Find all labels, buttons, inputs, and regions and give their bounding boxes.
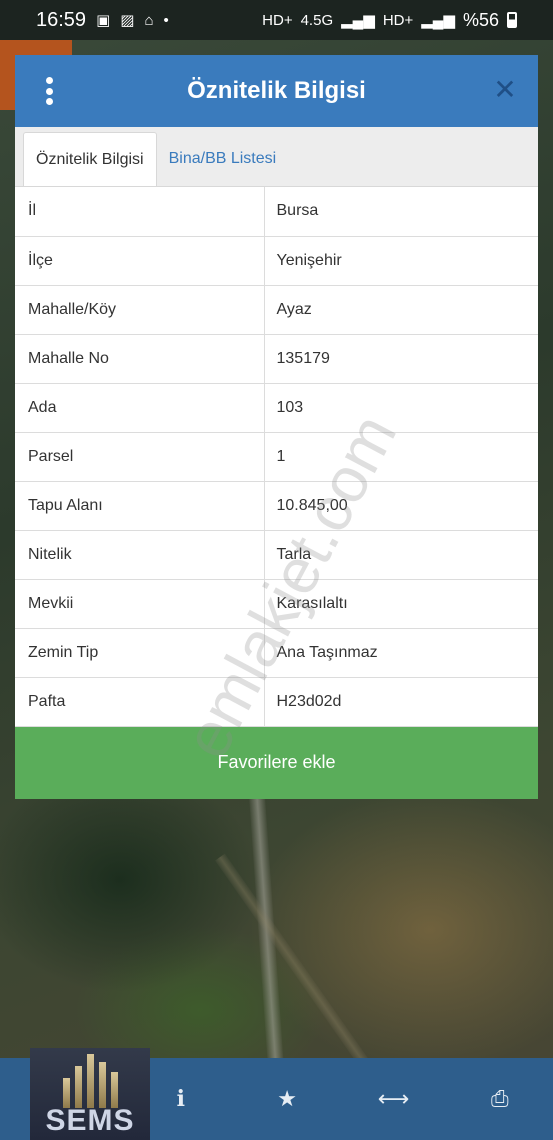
table-row: Ada 103 xyxy=(15,383,538,433)
attribute-key: Mahalle/Köy xyxy=(15,285,265,335)
attribute-value: Tarla xyxy=(264,530,538,580)
attribute-key: Parsel xyxy=(15,432,265,482)
attribute-key: Zemin Tip xyxy=(15,628,265,678)
table-row: İlçe Yenişehir xyxy=(15,236,538,286)
gallery-icon: ▨ xyxy=(120,12,135,29)
print-icon[interactable]: ⎙ xyxy=(447,1058,553,1140)
attribute-key: Mahalle No xyxy=(15,334,265,384)
attribute-key: İlçe xyxy=(15,236,265,286)
table-row: Zemin Tip Ana Taşınmaz xyxy=(15,628,538,678)
add-favorite-button[interactable]: Favorilere ekle xyxy=(15,726,538,799)
hd-icon: HD+ xyxy=(262,11,293,29)
dot-icon: • xyxy=(163,11,169,29)
tab-attribute-info[interactable]: Öznitelik Bilgisi xyxy=(23,132,157,186)
notification-icon: ▣ xyxy=(96,12,111,29)
table-row: Mevkii Karasılaltı xyxy=(15,579,538,629)
status-bar: 16:59 ▣ ▨ ⌂ • HD+ 4.5G ▂▄▆ HD+ ▂▄▆ %56 xyxy=(0,0,553,40)
attribute-value: Bursa xyxy=(264,187,538,237)
attribute-key: Nitelik xyxy=(15,530,265,580)
battery-level: %56 xyxy=(462,9,499,30)
attribute-value: Ana Taşınmaz xyxy=(264,628,538,678)
table-row: Nitelik Tarla xyxy=(15,530,538,580)
attribute-value: 1 xyxy=(264,432,538,482)
dialog-title: Öznitelik Bilgisi xyxy=(187,77,366,104)
network-label: 4.5G xyxy=(300,11,334,29)
attribute-value: 103 xyxy=(264,383,538,433)
close-icon[interactable]: ✕ xyxy=(490,75,520,105)
signal-icon: ▂▄▆ xyxy=(421,12,455,29)
dialog-tabs: Öznitelik Bilgisi Bina/BB Listesi xyxy=(15,127,538,187)
table-row: Pafta H23d02d xyxy=(15,677,538,727)
attribute-key: Ada xyxy=(15,383,265,433)
star-icon[interactable]: ★ xyxy=(234,1058,340,1140)
attribute-value: Karasılaltı xyxy=(264,579,538,629)
hd-icon: HD+ xyxy=(382,11,414,29)
battery-icon xyxy=(507,12,517,28)
attribute-value: Ayaz xyxy=(264,285,538,335)
attribute-key: Mevkii xyxy=(15,579,265,629)
home-icon: ⌂ xyxy=(144,11,154,29)
table-row: İl Bursa xyxy=(15,187,538,237)
attribute-value: Yenişehir xyxy=(264,236,538,286)
attribute-key: Pafta xyxy=(15,677,265,727)
arrows-icon[interactable]: ⟷ xyxy=(340,1058,446,1140)
logo-bars xyxy=(50,1054,130,1108)
logo-text: SEMS xyxy=(45,1104,135,1137)
table-row: Mahalle/Köy Ayaz xyxy=(15,285,538,335)
tab-building-list[interactable]: Bina/BB Listesi xyxy=(157,132,289,186)
table-row: Mahalle No 135179 xyxy=(15,334,538,384)
attribute-value: 10.845,00 xyxy=(264,481,538,531)
signal-icon: ▂▄▆ xyxy=(341,12,375,29)
table-row: Tapu Alanı 10.845,00 xyxy=(15,481,538,531)
attribute-table: İl Bursa İlçe Yenişehir Mahalle/Köy Ayaz Mahal… xyxy=(15,187,538,727)
attribute-value: 135179 xyxy=(264,334,538,384)
attribute-dialog: Öznitelik Bilgisi ✕ Öznitelik Bilgisi Bi… xyxy=(15,55,538,799)
attribute-key: Tapu Alanı xyxy=(15,481,265,531)
table-row: Parsel 1 xyxy=(15,432,538,482)
attribute-value: H23d02d xyxy=(264,677,538,727)
dialog-header: Öznitelik Bilgisi ✕ xyxy=(15,55,538,127)
sems-logo: SEMS xyxy=(30,1048,150,1140)
more-vertical-icon[interactable] xyxy=(43,77,55,105)
attribute-key: İl xyxy=(15,187,265,237)
status-time: 16:59 xyxy=(36,8,87,31)
